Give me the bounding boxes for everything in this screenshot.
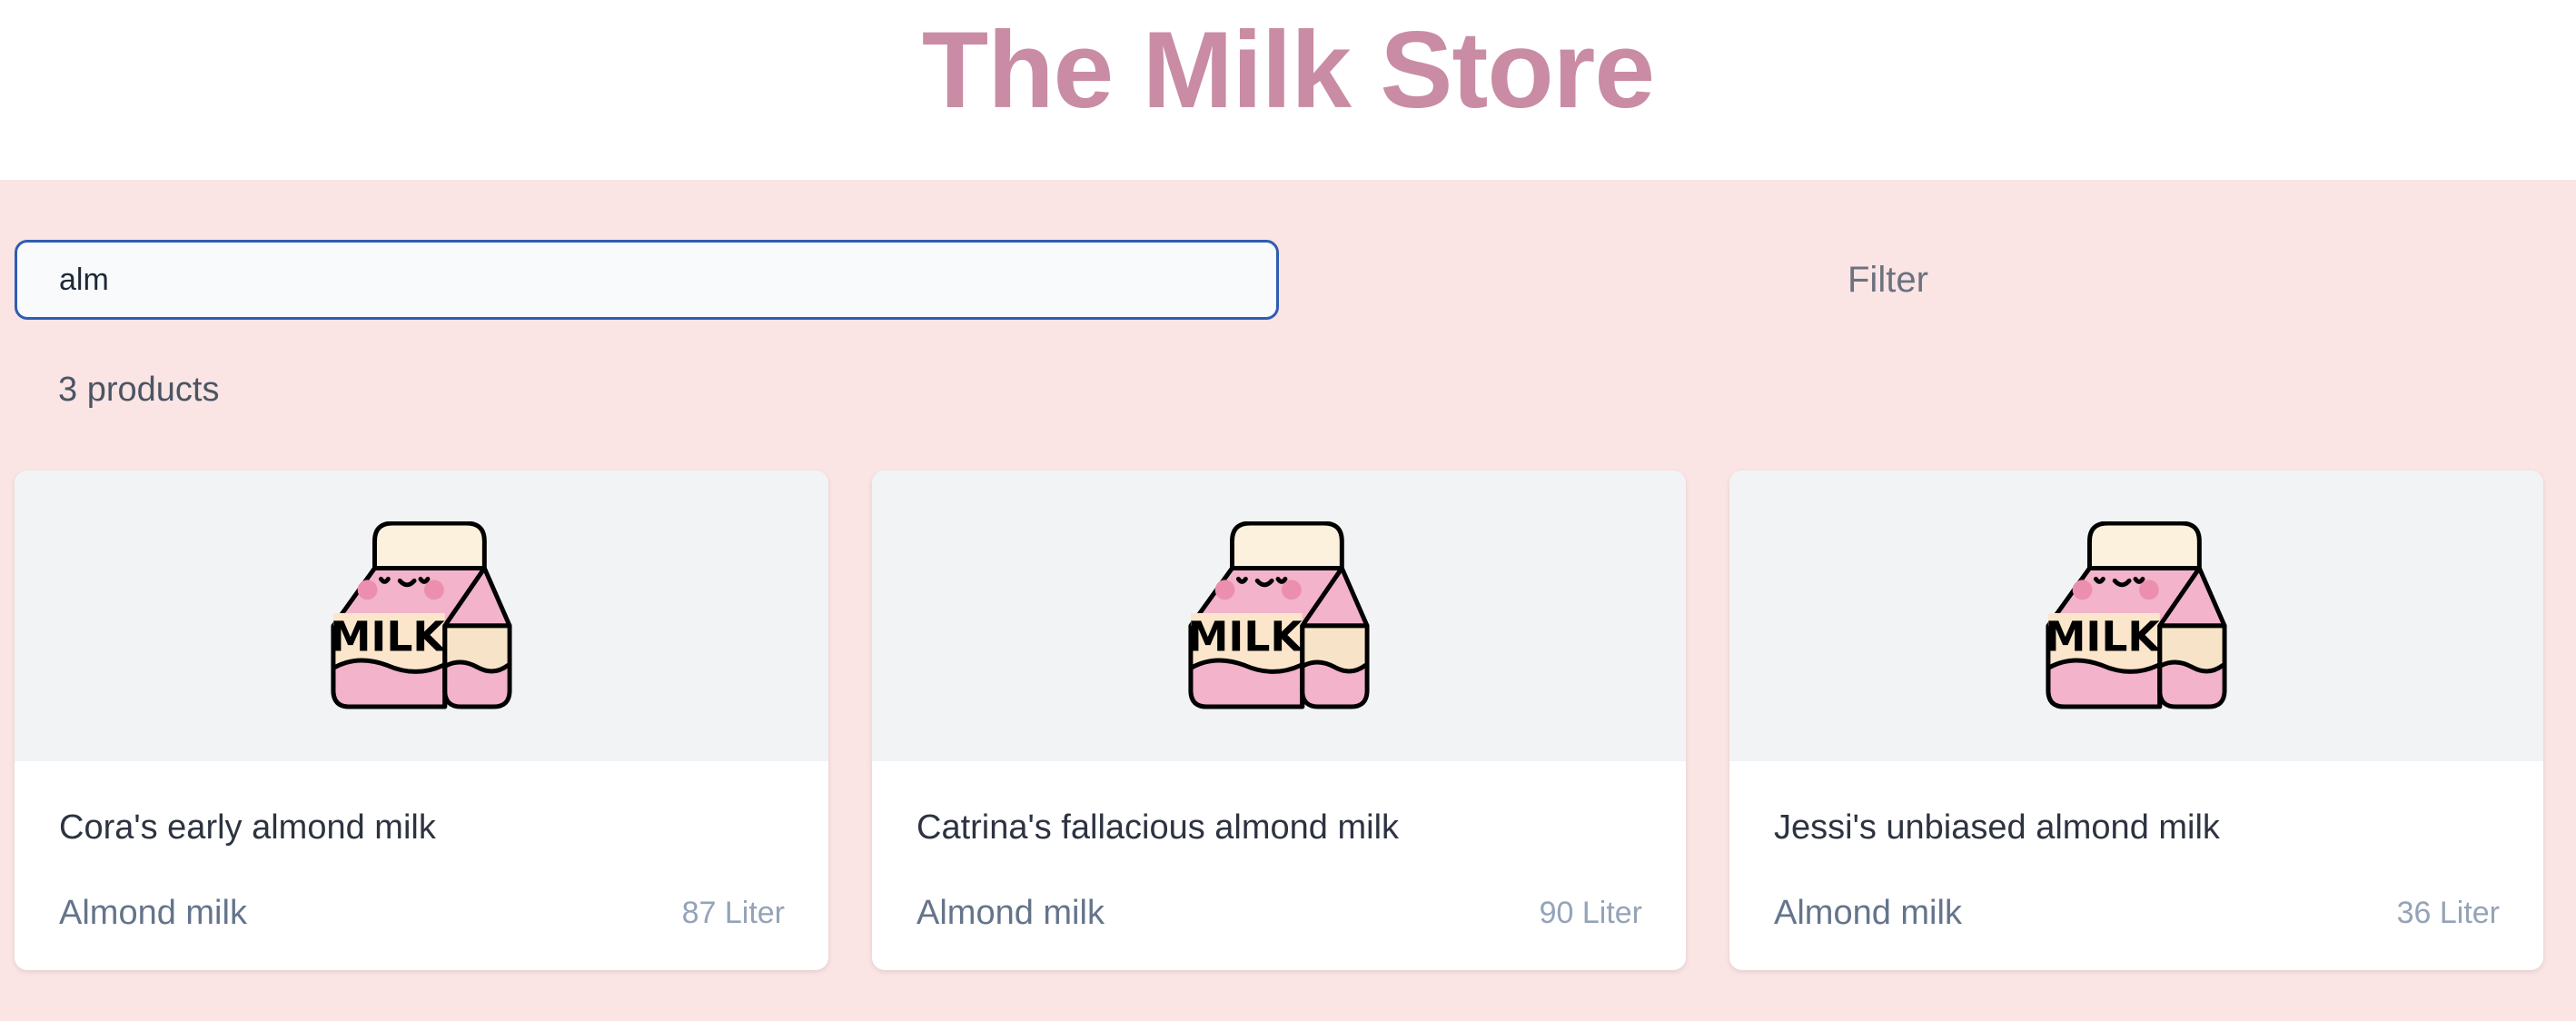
svg-text:MILK: MILK — [1187, 613, 1303, 661]
page-title: The Milk Store — [921, 9, 1655, 131]
product-name: Catrina's fallacious almond milk — [916, 808, 1400, 847]
product-type: Almond milk — [916, 894, 1105, 932]
search-input[interactable] — [15, 240, 1279, 320]
milk-carton-icon: MILK — [330, 521, 512, 709]
main-content: Filter 3 products — [0, 180, 2576, 1021]
product-card[interactable]: MILK Cora's early almond milk Almond mil… — [15, 471, 828, 970]
product-name: Cora's early almond milk — [59, 808, 436, 847]
product-image: MILK — [15, 471, 828, 761]
product-name: Jessi's unbiased almond milk — [1774, 808, 2220, 847]
filter-button[interactable]: Filter — [1848, 240, 1928, 320]
product-image: MILK — [1729, 471, 2543, 761]
product-quantity: 87 Liter — [681, 896, 785, 930]
product-grid: MILK Cora's early almond milk Almond mil… — [15, 471, 2543, 970]
product-type: Almond milk — [59, 894, 247, 932]
product-image: MILK — [872, 471, 1686, 761]
milk-carton-icon: MILK — [1187, 521, 1370, 709]
product-card[interactable]: MILK Jessi's unbiased almond milk Almond… — [1729, 471, 2543, 970]
product-quantity: 90 Liter — [1539, 896, 1642, 930]
svg-text:MILK: MILK — [2045, 613, 2161, 661]
svg-text:MILK: MILK — [330, 613, 446, 661]
product-count: 3 products — [58, 371, 220, 409]
product-quantity: 36 Liter — [2396, 896, 2500, 930]
product-type: Almond milk — [1774, 894, 1962, 932]
site-header: The Milk Store — [0, 0, 2576, 180]
milk-carton-icon: MILK — [2045, 521, 2227, 709]
product-card[interactable]: MILK Catrina's fallacious almond milk Al… — [872, 471, 1686, 970]
